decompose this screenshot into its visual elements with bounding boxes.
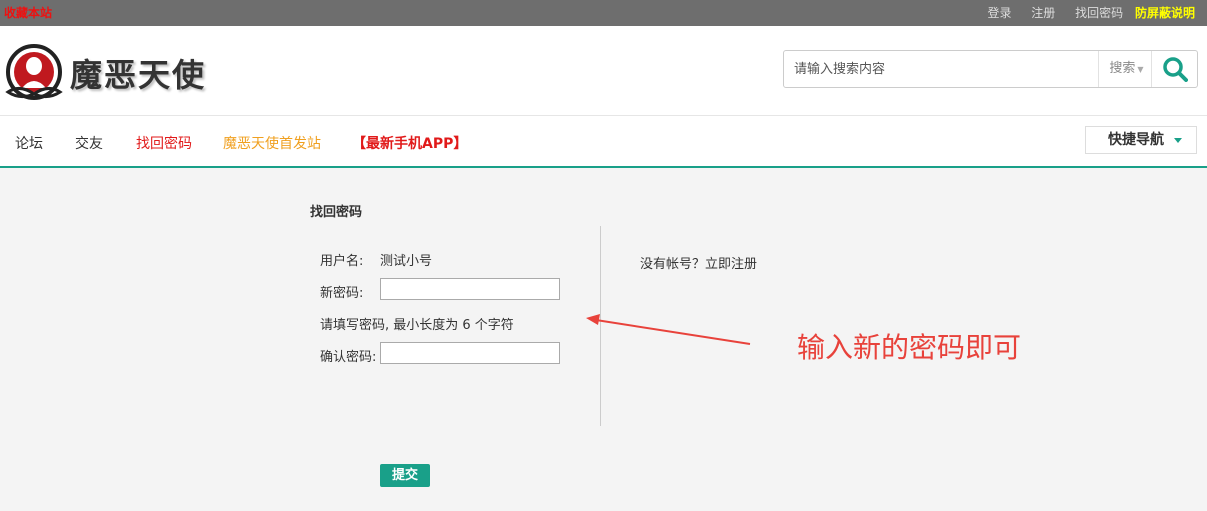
search-input[interactable] <box>784 51 1097 87</box>
find-password-link[interactable]: 找回密码 <box>1075 6 1123 20</box>
password-hint: 请填写密码, 最小长度为 6 个字符 <box>320 318 514 333</box>
search-icon <box>1162 57 1188 82</box>
site-header: 魔恶天使 搜索▼ <box>0 26 1207 116</box>
site-brand[interactable]: 魔恶天使 <box>70 50 206 96</box>
favorite-site-link[interactable]: 收藏本站 <box>4 4 52 21</box>
username-label: 用户名: <box>320 254 364 269</box>
annotation-text: 输入新的密码即可 <box>797 331 1022 364</box>
main-nav: 论坛 交友 找回密码 魔恶天使首发站 【最新手机APP】 快捷导航 <box>0 116 1207 168</box>
login-link[interactable]: 登录 <box>987 6 1011 20</box>
register-now-link[interactable]: 没有帐号？立即注册 <box>640 253 757 272</box>
annotation-arrow-icon <box>586 314 751 345</box>
nav-item-dating[interactable]: 交友 <box>75 133 103 153</box>
nav-item-home-site[interactable]: 魔恶天使首发站 <box>223 133 321 153</box>
nav-item-mobile-app[interactable]: 【最新手机APP】 <box>352 133 467 153</box>
nav-item-forum[interactable]: 论坛 <box>15 133 43 153</box>
chevron-down-icon: ▼ <box>1137 65 1144 74</box>
nav-item-find-password[interactable]: 找回密码 <box>136 133 192 153</box>
quick-nav-label: 快捷导航 <box>1108 132 1164 148</box>
submit-button[interactable]: 提交 <box>380 464 430 487</box>
dropdown-triangle-icon <box>1174 138 1182 143</box>
site-logo[interactable] <box>4 44 64 102</box>
username-value: 测试小号 <box>380 254 433 269</box>
quick-nav-button[interactable]: 快捷导航 <box>1085 126 1197 154</box>
new-password-field[interactable] <box>380 278 560 300</box>
new-password-label: 新密码: <box>320 286 364 301</box>
search-type-select[interactable]: 搜索 ▼ <box>1098 51 1154 87</box>
search-box: 搜索▼ <box>783 50 1198 88</box>
anti-block-info-link[interactable]: 防屏蔽说明 <box>1135 6 1195 20</box>
form-title: 找回密码 <box>310 205 363 220</box>
register-link[interactable]: 注册 <box>1031 6 1055 20</box>
confirm-password-field[interactable] <box>380 342 560 364</box>
top-bar: 收藏本站 登录 注册 找回密码 防屏蔽说明 <box>0 0 1207 26</box>
search-type-label: 搜索 <box>1109 61 1136 76</box>
top-links: 登录 注册 找回密码 防屏蔽说明 <box>971 4 1195 21</box>
search-button[interactable] <box>1151 51 1197 87</box>
confirm-password-label: 确认密码: <box>320 350 377 365</box>
